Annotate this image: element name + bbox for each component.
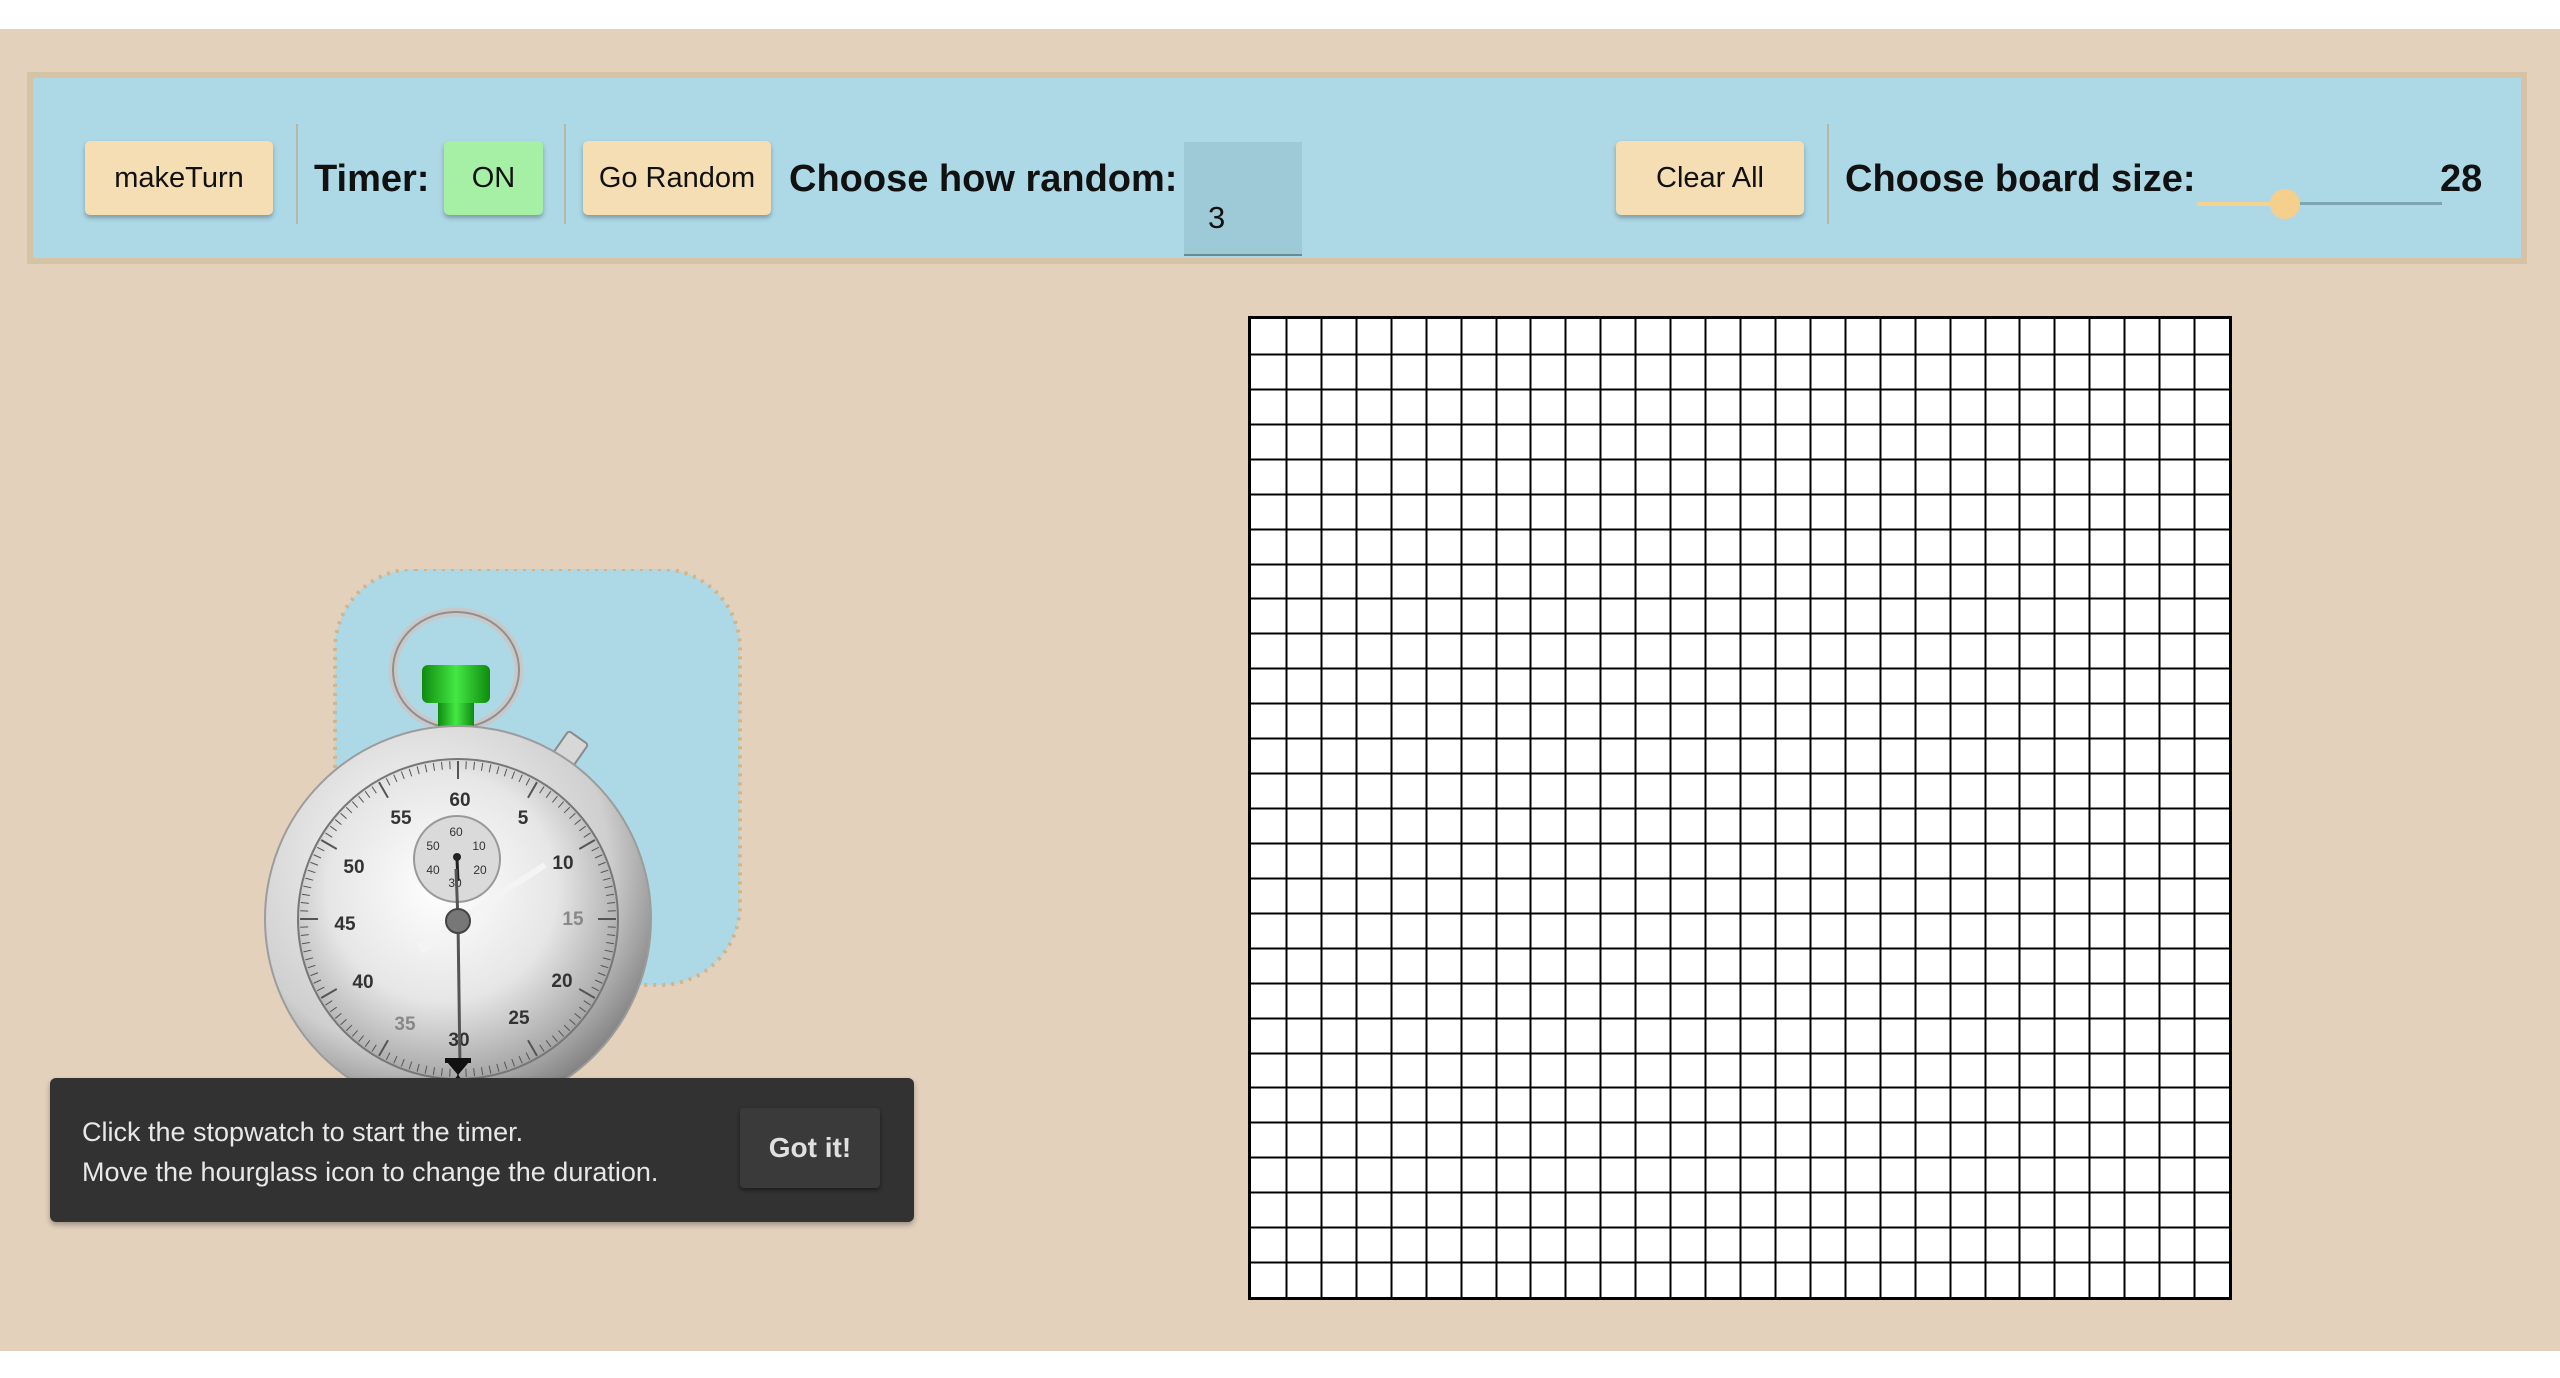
how-random-label: Choose how random: [789,158,1178,200]
toolbar-divider [1827,124,1829,224]
dial-number: 40 [352,972,373,993]
dial-number: 60 [449,790,470,811]
toolbar: makeTurn Timer: ON Go Random Choose how … [27,72,2527,264]
timer-label: Timer: [314,158,430,200]
go-random-button[interactable]: Go Random [583,141,771,215]
subdial-number: 60 [449,825,463,839]
toolbar-divider [296,124,298,224]
toolbar-divider [564,124,566,224]
dial-number: 25 [508,1008,530,1029]
snackbar: Click the stopwatch to start the timer. … [50,1078,914,1222]
dial-number: 20 [551,971,572,992]
stopwatch-icon[interactable]: 60 5 10 15 20 25 30 35 40 45 50 55 60 10… [255,569,755,1113]
snackbar-line: Click the stopwatch to start the timer. [82,1117,524,1147]
clear-all-button[interactable]: Clear All [1616,141,1804,215]
board-size-value: 28 [2440,158,2483,200]
app-background: makeTurn Timer: ON Go Random Choose how … [0,29,2560,1351]
stopwatch[interactable]: 60 5 10 15 20 25 30 35 40 45 50 55 60 10… [255,569,755,1113]
dial-number: 35 [394,1014,416,1035]
board-size-slider-thumb[interactable] [2270,189,2301,219]
dial-number: 15 [562,909,584,930]
board-size-label: Choose board size: [1845,158,2196,200]
make-turn-button[interactable]: makeTurn [85,141,273,215]
subdial-number: 40 [426,863,440,877]
game-board[interactable] [1248,316,2232,1300]
timer-toggle-button[interactable]: ON [444,141,543,215]
snackbar-message: Click the stopwatch to start the timer. … [82,1112,658,1192]
dial-number: 10 [552,853,573,874]
dial-number: 45 [334,914,356,935]
subdial-number: 20 [473,863,487,877]
board-grid[interactable] [1251,319,2229,1297]
dial-number: 50 [343,857,364,878]
dial-number: 5 [518,808,529,829]
board-size-slider-track[interactable] [2285,202,2442,205]
got-it-button[interactable]: Got it! [740,1108,880,1188]
how-random-input[interactable]: 3 [1184,142,1302,256]
dial-number: 55 [390,808,412,829]
subdial-number: 10 [472,839,486,853]
snackbar-line: Move the hourglass icon to change the du… [82,1157,659,1187]
subdial-number: 50 [426,839,440,853]
